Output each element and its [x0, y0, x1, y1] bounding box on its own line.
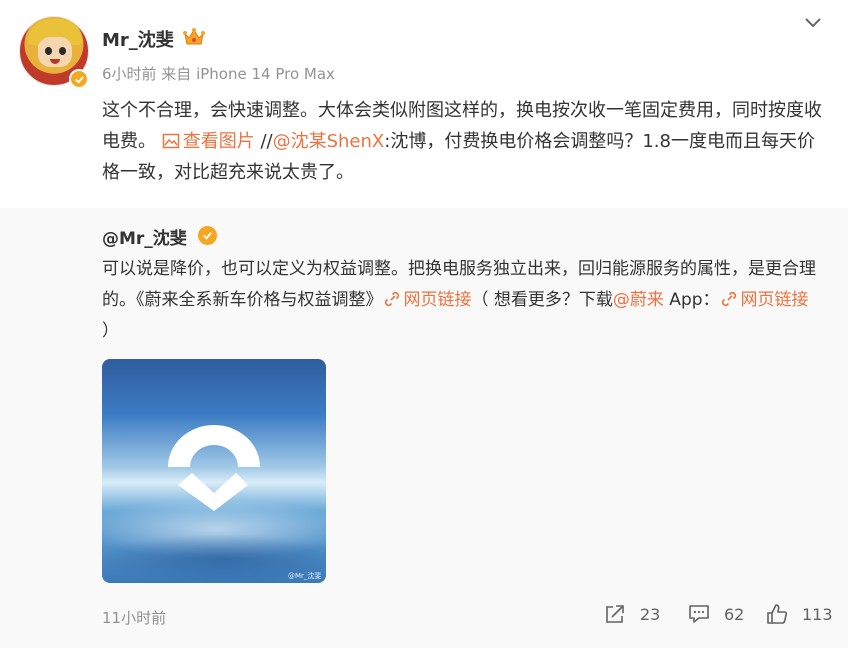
comment-count: 62 [724, 604, 745, 624]
repost-text: （ 想看更多？下载 [471, 290, 613, 310]
repost-time: 11小时前 [102, 609, 167, 627]
web-link[interactable]: 网页链接 [383, 290, 472, 310]
post-footer: 11小时前 23 62 113 [0, 592, 848, 648]
image-icon [162, 133, 179, 149]
share-icon [606, 605, 624, 623]
share-button[interactable]: 23 [604, 603, 660, 625]
post-meta: 6小时前 来自 iPhone 14 Pro Max [102, 65, 335, 83]
like-count: 113 [802, 604, 833, 624]
web-link-label: 网页链接 [740, 290, 809, 310]
avatar-eye [59, 47, 66, 55]
thumbs-up-icon [767, 604, 788, 624]
image-watermark: @Mr_沈斐 [288, 572, 322, 580]
avatar-eye [45, 47, 52, 55]
verified-badge-icon [198, 226, 217, 245]
crown-icon [183, 28, 205, 45]
repost-text: ） [102, 321, 119, 341]
comment-button[interactable]: 62 [688, 603, 744, 625]
web-link[interactable]: 网页链接 [720, 290, 809, 310]
weibo-post: Mr_沈斐 6小时前 来自 iPhone 14 Pro Max 这个不合理，会快… [0, 0, 848, 648]
web-link-label: 网页链接 [403, 290, 472, 310]
chevron-down-icon[interactable] [802, 14, 824, 32]
repost-slashes: // [254, 131, 273, 152]
repost-content: 可以说是降价，也可以定义为权益调整。把换电服务独立出来，回归能源服务的属性，是更… [102, 254, 818, 347]
like-button[interactable]: 113 [766, 603, 833, 625]
link-icon [384, 291, 399, 307]
username[interactable]: Mr_沈斐 [102, 26, 174, 52]
view-image-label: 查看图片 [182, 131, 255, 152]
mention-link[interactable]: @沈某ShenX [273, 131, 385, 152]
comment-icon [689, 605, 709, 623]
repost-username[interactable]: @Mr_沈斐 [102, 224, 187, 249]
repost-card[interactable]: @Mr_沈斐 可以说是降价，也可以定义为权益调整。把换电服务独立出来，回归能源服… [0, 208, 848, 648]
repost-text: App： [663, 290, 720, 310]
link-icon [721, 291, 736, 307]
view-image-link[interactable]: 查看图片 [162, 131, 255, 152]
nio-logo-icon [168, 425, 260, 511]
mention-link[interactable]: @蔚来 [613, 290, 664, 310]
verified-badge-icon [69, 69, 89, 89]
share-count: 23 [640, 604, 661, 624]
post-content: 这个不合理，会快速调整。大体会类似附图这样的，换电按次收一笔固定费用，同时按度收… [102, 95, 826, 188]
attached-image[interactable]: @Mr_沈斐 [102, 359, 326, 583]
